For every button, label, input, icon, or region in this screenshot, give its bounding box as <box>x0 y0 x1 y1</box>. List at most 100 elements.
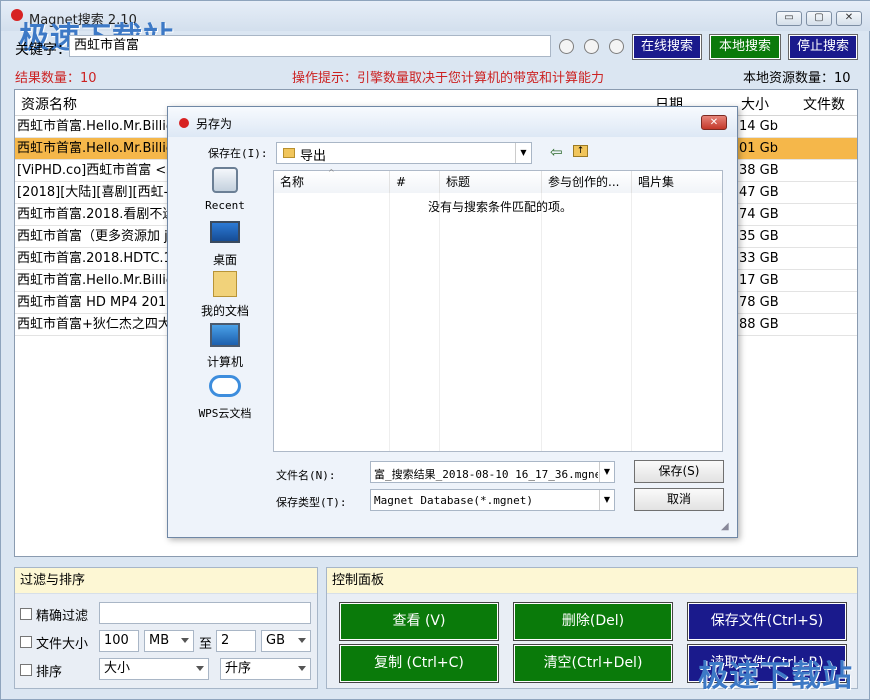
clear-button[interactable]: 清空(Ctrl+Del) <box>513 644 673 683</box>
place-wps-cloud[interactable]: WPS云文档 <box>186 375 264 421</box>
dialog-title: 另存为 <box>196 117 233 131</box>
resize-grip-icon[interactable]: ◢ <box>721 521 729 532</box>
online-search-button[interactable]: 在线搜索 <box>632 34 702 60</box>
exact-filter-input[interactable] <box>99 602 311 624</box>
main-window: Magnet搜索 2.10 ▭ ▢ ✕ 极速下载站 关键字： 西虹市首富 在线搜… <box>0 0 870 700</box>
filename-input[interactable]: 富_搜索结果_2018-08-10 16_17_36.mgnet ▼ <box>370 461 615 483</box>
dialog-save-button[interactable]: 保存(S) <box>634 460 724 483</box>
chevron-down-icon: ▼ <box>599 462 614 482</box>
row-size: 33 GB <box>739 251 779 266</box>
column-divider <box>274 193 390 451</box>
file-column-artist[interactable]: 参与创作的... <box>542 171 632 193</box>
sort-order-select[interactable]: 升序 <box>220 658 311 680</box>
chevron-down-icon <box>298 638 306 643</box>
row-size: 01 Gb <box>739 141 778 156</box>
dialog-logo-icon <box>179 118 189 128</box>
dialog-close-button[interactable]: ✕ <box>701 115 727 130</box>
size-max-unit-select[interactable]: GB <box>261 630 311 652</box>
place-desktop[interactable]: 桌面 <box>186 221 264 268</box>
place-label: 计算机 <box>206 355 243 369</box>
row-name: 西虹市首富.Hello.Mr.Billic <box>17 273 174 288</box>
row-name: 西虹市首富.2018.看剧不迷 <box>17 207 176 222</box>
place-documents[interactable]: 我的文档 <box>186 271 264 319</box>
row-size: 35 GB <box>739 229 779 244</box>
documents-icon <box>213 271 237 297</box>
chevron-down-icon: ▼ <box>599 490 614 510</box>
row-name: 西虹市首富+狄仁杰之四大 <box>17 317 171 332</box>
row-name: 西虹市首富 HD MP4 2018 <box>17 295 175 310</box>
exact-filter-label: 精确过滤 <box>36 609 89 624</box>
filter-panel-title: 过滤与排序 <box>15 568 317 594</box>
file-list[interactable]: 名称 ^ # 标题 参与创作的... 唱片集 没有与搜索条件匹配的项。 <box>273 168 723 452</box>
size-max-input[interactable]: 2 <box>216 630 256 652</box>
empty-message: 没有与搜索条件匹配的项。 <box>428 200 573 214</box>
place-recent[interactable]: Recent <box>186 167 264 212</box>
computer-icon <box>210 323 240 347</box>
place-label: Recent <box>205 199 245 212</box>
sort-field-select[interactable]: 大小 <box>99 658 209 680</box>
sort-label: 排序 <box>36 665 63 680</box>
row-name: [ViPHD.co]西虹市首富 <s <box>17 163 174 178</box>
exact-filter-checkbox[interactable] <box>20 608 32 620</box>
stop-search-button[interactable]: 停止搜索 <box>788 34 858 60</box>
maximize-button[interactable]: ▢ <box>806 11 832 26</box>
up-folder-icon[interactable]: ↑ <box>573 145 588 157</box>
minimize-button[interactable]: ▭ <box>776 11 802 26</box>
size-min-unit-select[interactable]: MB <box>144 630 194 652</box>
save-in-label: 保存在(I): <box>208 147 268 160</box>
row-size: 74 GB <box>739 207 779 222</box>
place-computer[interactable]: 计算机 <box>186 323 264 370</box>
chevron-down-icon <box>196 666 204 671</box>
engine-indicator-1 <box>559 39 574 54</box>
row-name: 西虹市首富.Hello.Mr.Billic <box>17 141 174 156</box>
column-name[interactable]: 资源名称 <box>21 94 77 114</box>
row-name: [2018][大陆][喜剧][西虹-书 <box>17 185 182 200</box>
place-label: 桌面 <box>212 253 237 267</box>
row-name: 西虹市首富（更多资源加 j <box>17 229 168 244</box>
row-size: 14 Gb <box>739 119 778 134</box>
column-file-count[interactable]: 文件数 <box>803 94 845 114</box>
control-panel-title: 控制面板 <box>327 568 857 594</box>
row-name: 西虹市首富.Hello.Mr.Billic <box>17 119 174 134</box>
file-column-title[interactable]: 标题 <box>440 171 542 193</box>
save-file-button[interactable]: 保存文件(Ctrl+S) <box>687 602 847 641</box>
close-button[interactable]: ✕ <box>836 11 862 26</box>
size-min-unit-value: MB <box>149 633 170 648</box>
recent-icon <box>212 167 238 193</box>
save-in-select[interactable]: 导出 ▼ <box>276 142 532 164</box>
size-filter-checkbox[interactable] <box>20 636 32 648</box>
copy-button[interactable]: 复制 (Ctrl+C) <box>339 644 499 683</box>
place-label: 我的文档 <box>200 304 249 318</box>
cloud-icon <box>209 375 241 397</box>
dialog-cancel-button[interactable]: 取消 <box>634 488 724 511</box>
chevron-down-icon <box>298 666 306 671</box>
filetype-value: Magnet Database(*.mgnet) <box>374 494 533 507</box>
local-search-button[interactable]: 本地搜索 <box>709 34 781 60</box>
sort-up-icon: ^ <box>328 168 335 177</box>
dialog-title-bar: 另存为 ✕ <box>168 107 737 137</box>
local-resource-count: 本地资源数量：10 <box>743 71 851 86</box>
file-column-album[interactable]: 唱片集 <box>632 171 722 193</box>
column-divider <box>390 193 440 451</box>
view-button[interactable]: 查看 (V) <box>339 602 499 641</box>
size-filter-label: 文件大小 <box>36 637 89 652</box>
back-arrow-icon[interactable]: ⇦ <box>550 143 563 161</box>
filetype-select[interactable]: Magnet Database(*.mgnet) ▼ <box>370 489 615 511</box>
save-as-dialog: 另存为 ✕ 保存在(I): 导出 ▼ ⇦ ↑ Recent 桌面 我的文档 计算… <box>167 106 738 538</box>
row-size: 88 GB <box>739 317 779 332</box>
column-divider <box>542 193 632 451</box>
result-count: 结果数量：10 <box>15 71 97 86</box>
delete-button[interactable]: 删除(Del) <box>513 602 673 641</box>
row-size: 47 GB <box>739 185 779 200</box>
engine-indicator-3 <box>609 39 624 54</box>
size-min-input[interactable]: 100 <box>99 630 139 652</box>
keyword-input[interactable]: 西虹市首富 <box>69 35 551 57</box>
column-divider <box>440 193 542 451</box>
save-in-folder: 导出 <box>300 149 327 164</box>
column-size[interactable]: 大小 <box>741 94 769 114</box>
sort-field-value: 大小 <box>104 661 131 676</box>
file-column-number[interactable]: # <box>390 171 440 193</box>
place-label: WPS云文档 <box>198 407 252 420</box>
sort-checkbox[interactable] <box>20 664 32 676</box>
engine-indicator-2 <box>584 39 599 54</box>
